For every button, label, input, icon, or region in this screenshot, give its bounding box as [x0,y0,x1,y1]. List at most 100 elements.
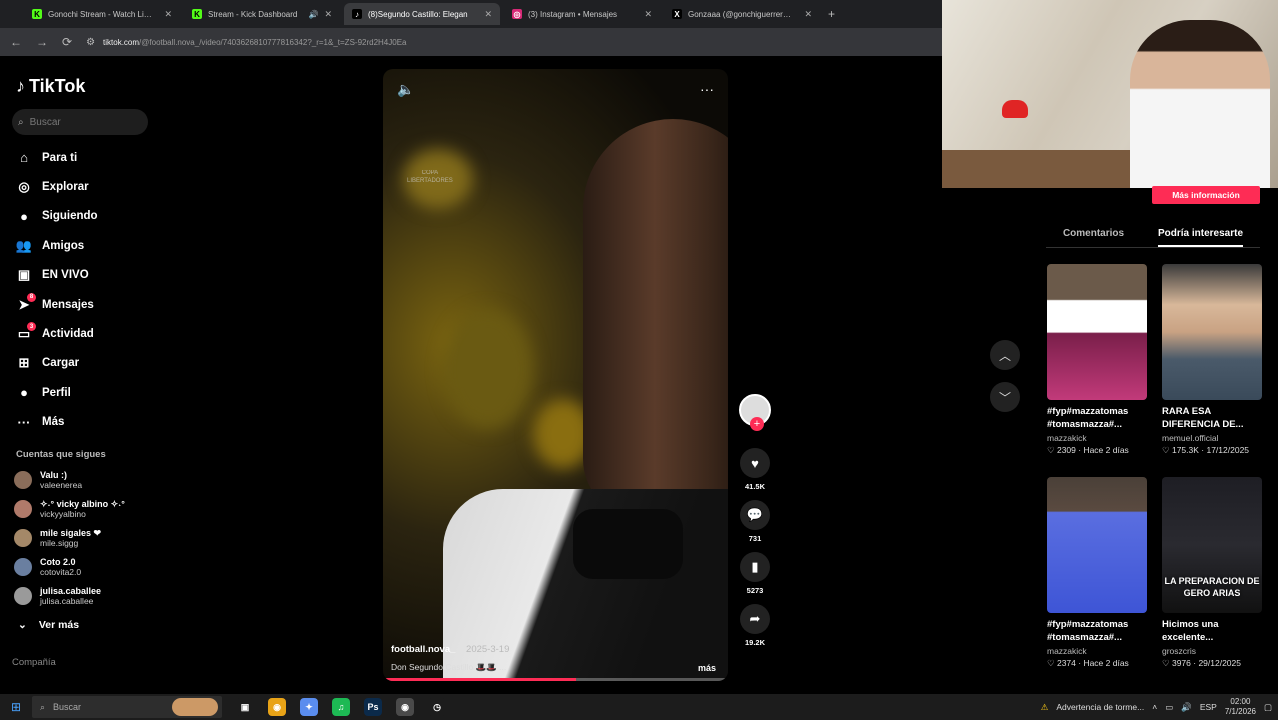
tab-title: Gonochi Stream - Watch Live o [48,9,153,19]
profile-icon: ● [20,385,28,401]
tab-comments[interactable]: Comentarios [1063,222,1124,247]
sidebar-item-label: Actividad [42,328,94,341]
browser-tab[interactable]: ◎ (3) Instagram • Mensajes ✕ [504,3,660,25]
notification-icon[interactable]: ▢ [1264,702,1272,713]
more-info-button[interactable]: Más información [1152,186,1260,204]
chrome-icon[interactable]: ◉ [268,698,286,716]
reload-icon[interactable]: ⟳ [62,35,72,49]
taskbar-search[interactable]: ⌕ Buscar [32,696,222,718]
spotify-icon[interactable]: ♫ [332,698,350,716]
sidebar-item-siguiendo[interactable]: ● Siguiendo [12,202,158,231]
video-thumbnail[interactable] [1162,264,1262,400]
sidebar-item-actividad[interactable]: ▭ 3 Actividad [12,319,158,348]
tiktok-logo[interactable]: ♪ TikTok [16,76,158,97]
sidebar-item-más[interactable]: ··· Más [12,408,158,437]
sidebar-item-para-ti[interactable]: ⌂ Para ti [12,143,158,172]
taskbar-search-placeholder: Buscar [53,702,82,712]
photoshop-icon[interactable]: Ps [364,698,382,716]
following-account[interactable]: mile sigales ❤ mile.siggg [12,524,158,553]
language-indicator[interactable]: ESP [1200,702,1217,712]
sidebar-item-cargar[interactable]: ⊞ Cargar [12,349,158,378]
browser-tab[interactable]: K Gonochi Stream - Watch Live o ✕ [24,3,180,25]
card-title: #fyp#mazzatomas #tomasmazza#... [1047,619,1129,643]
network-icon[interactable]: ▭ [1165,702,1173,713]
sidebar-item-perfil[interactable]: ● Perfil [12,378,158,407]
tray-chevron-icon[interactable]: ˄ [1152,702,1157,712]
comment-button[interactable]: 💬 [740,500,770,530]
save-button[interactable]: ▮ [740,552,770,582]
suggested-video-card[interactable]: LA PREPARACION DE GERO ARIAS Hicimos una… [1162,477,1262,669]
like-button[interactable]: ♥ [740,448,770,478]
video-thumbnail[interactable]: LA PREPARACION DE GERO ARIAS [1162,477,1262,613]
sidebar-item-label: Para ti [42,151,78,164]
sidebar-item-label: EN VIVO [42,269,89,282]
tab-suggestions[interactable]: Podría interesarte [1157,222,1244,247]
url-field[interactable]: tiktok.com/@football.nova_/video/7403626… [103,38,406,47]
search-placeholder: Buscar [29,116,61,128]
sidebar-item-label: Perfil [42,386,71,399]
search-input[interactable]: ⌕ Buscar [12,109,148,135]
video-more-button[interactable]: más [698,663,716,673]
browser-tab[interactable]: X Gonzaaa (@gonchiguerrero_) / ✕ [664,3,820,25]
following-account[interactable]: ✧˖° vicky albino ✧˖° vickyyalbino [12,495,158,524]
close-tab-icon[interactable]: ✕ [804,9,812,20]
video-thumbnail[interactable] [1047,477,1147,613]
sidebar-item-explorar[interactable]: ◎ Explorar [12,172,158,201]
site-info-icon[interactable]: ⚙ [86,37,95,48]
windows-start-icon[interactable]: ⊞ [0,700,32,714]
volume-icon[interactable]: 🔈 [397,81,414,98]
person-head [583,119,728,519]
card-author[interactable]: memuel.official [1162,433,1262,443]
author-avatar[interactable]: + [739,394,771,431]
weather-notice[interactable]: Advertencia de torme... [1056,702,1144,712]
new-tab-icon[interactable]: + [828,7,835,21]
suggested-video-card[interactable]: #fyp#mazzatomas #tomasmazza#... mazzakic… [1047,264,1147,456]
task-view-icon[interactable]: ▣ [236,698,254,716]
activity-icon: ▭ 3 [16,322,36,342]
close-tab-icon[interactable]: ✕ [484,9,492,20]
following-account[interactable]: Coto 2.0 cotovita2.0 [12,553,158,582]
close-tab-icon[interactable]: ✕ [644,9,652,20]
account-handle: valeenerea [40,480,83,491]
close-tab-icon[interactable]: ✕ [324,9,332,20]
suggested-video-card[interactable]: RARA ESA DIFERENCIA DE... memuel.officia… [1162,264,1262,456]
video-date: 2025-3-19 [466,644,510,655]
sidebar-item-mensajes[interactable]: ➤ 8 Mensajes [12,290,158,319]
video-thumbnail[interactable] [1047,264,1147,400]
following-account[interactable]: julisa.caballee julisa.caballee [12,582,158,611]
sidebar-item-amigos[interactable]: 👥 Amigos [12,231,158,260]
sidebar-item-en-vivo[interactable]: ▣ EN VIVO [12,261,158,290]
scroll-down-button[interactable]: ﹀ [990,382,1020,412]
tiktok-icon: ♪ [352,9,362,19]
video-progress-bar[interactable] [383,678,728,681]
suggested-video-card[interactable]: #fyp#mazzatomas #tomasmazza#... mazzakic… [1047,477,1147,669]
see-more-button[interactable]: ⌄ Ver más [18,619,158,631]
warning-icon: ⚠ [1040,701,1049,712]
sidebar-item-label: Siguiendo [42,210,98,223]
share-count: 19.2K [744,638,765,647]
clock-app-icon[interactable]: ◷ [428,698,446,716]
copilot-icon[interactable]: ✦ [300,698,318,716]
heart-icon: ♥ [751,455,759,471]
video-player[interactable]: COPA LIBERTADORES 🔈 ··· football.nova_ 2… [383,69,728,681]
forward-icon[interactable]: → [36,35,48,49]
browser-tab[interactable]: ♪ (8)Segundo Castillo: Elegan ✕ [344,3,500,25]
share-button[interactable]: ➦ [740,604,770,634]
company-link[interactable]: Compañía [12,657,158,668]
follow-plus-icon[interactable]: + [750,417,764,431]
back-icon[interactable]: ← [10,35,22,49]
following-account[interactable]: Valu :) valeenerea [12,466,158,495]
browser-tab[interactable]: K Stream - Kick Dashboard 🔊 ✕ [184,3,340,25]
card-author[interactable]: groszcris [1162,646,1262,656]
chrome-active-icon[interactable]: ◉ [396,698,414,716]
card-author[interactable]: mazzakick [1047,646,1147,656]
taskbar-clock[interactable]: 02:00 7/1/2026 [1225,697,1256,717]
sidebar-item-label: Mensajes [42,298,94,311]
scroll-up-button[interactable]: ︿ [990,340,1020,370]
close-tab-icon[interactable]: ✕ [164,9,172,20]
card-author[interactable]: mazzakick [1047,433,1147,443]
video-author[interactable]: football.nova_ [391,644,455,655]
volume-tray-icon[interactable]: 🔊 [1181,702,1192,713]
tab-title: (3) Instagram • Mensajes [528,9,618,19]
more-options-icon[interactable]: ··· [700,81,714,98]
